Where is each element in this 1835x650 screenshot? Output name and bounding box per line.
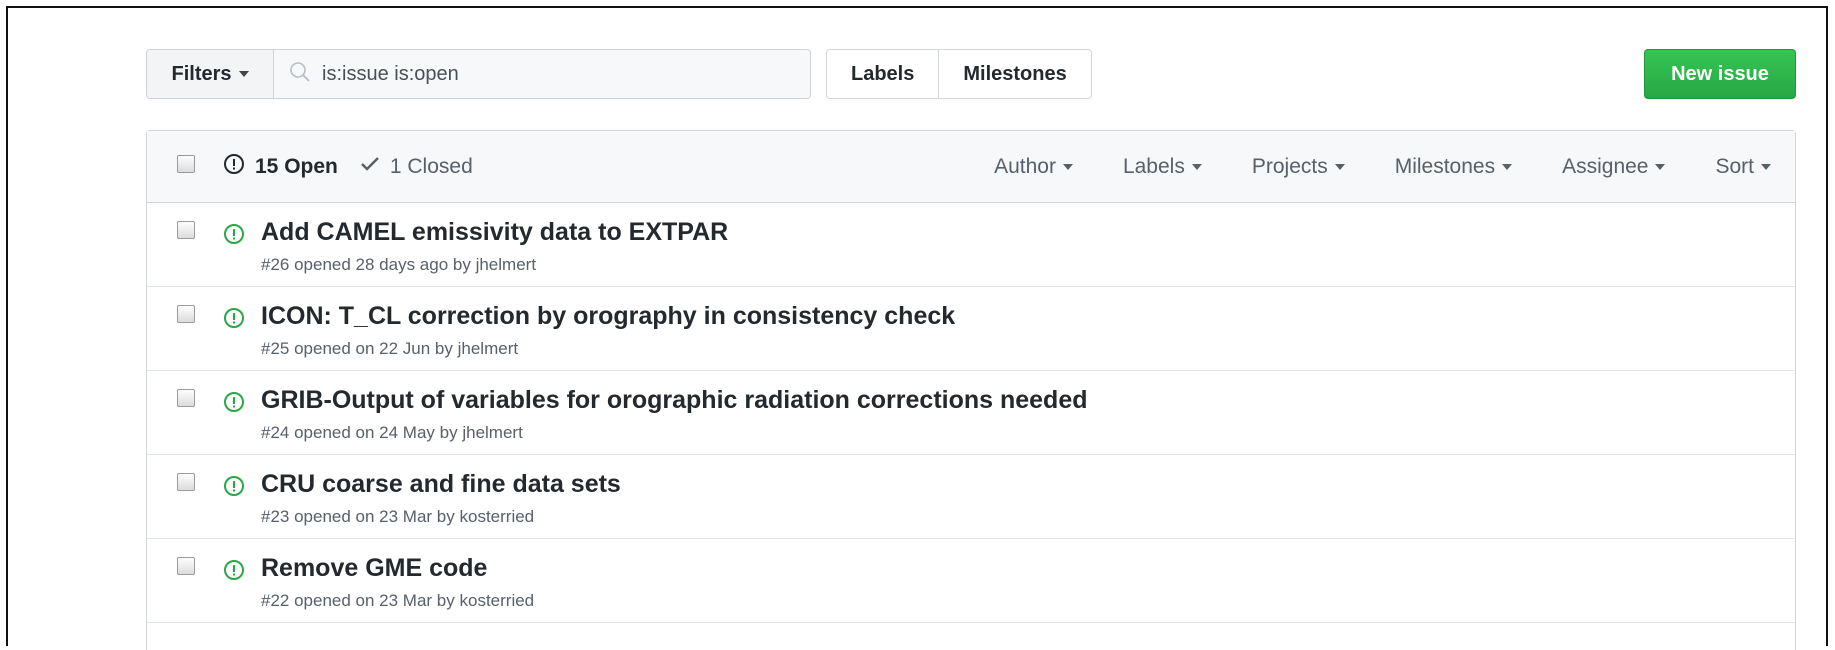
issue-meta: #25 opened on 22 Jun by jhelmert bbox=[261, 339, 518, 359]
sort-menu-label: Sort bbox=[1715, 155, 1754, 178]
author-menu-label: Author bbox=[994, 155, 1056, 178]
issue-meta-text: #23 opened on 23 Mar by bbox=[261, 507, 455, 526]
issues-toolbar: Filters Labels Milestones New issue bbox=[146, 49, 1796, 99]
issue-title-link[interactable]: Remove GME code bbox=[261, 554, 487, 583]
issue-author-link[interactable]: kosterried bbox=[460, 591, 535, 610]
caret-down-icon bbox=[238, 71, 249, 77]
projects-menu-label: Projects bbox=[1251, 155, 1328, 178]
issue-opened-icon bbox=[223, 153, 255, 181]
caret-down-icon bbox=[1191, 164, 1202, 171]
issue-author-link[interactable]: jhelmert bbox=[476, 255, 536, 274]
issue-checkbox[interactable] bbox=[177, 557, 195, 575]
open-issues-toggle[interactable]: 15 Open bbox=[223, 153, 338, 181]
search-box bbox=[274, 49, 811, 99]
filters-label: Filters bbox=[171, 62, 232, 85]
issue-meta: #23 opened on 23 Mar by kosterried bbox=[261, 507, 534, 527]
closed-count-label: 1 Closed bbox=[389, 155, 473, 178]
caret-down-icon bbox=[1502, 164, 1513, 171]
issues-list-header: 15 Open 1 Closed Author Labels Projects … bbox=[147, 131, 1795, 203]
milestones-menu-label: Milestones bbox=[1394, 155, 1496, 178]
issue-title-link[interactable]: Add CAMEL emissivity data to EXTPAR bbox=[261, 218, 728, 247]
caret-down-icon bbox=[1334, 164, 1345, 171]
issue-row: Add CAMEL emissivity data to EXTPAR #26 … bbox=[147, 203, 1795, 287]
filter-group: Filters bbox=[146, 49, 811, 99]
milestones-nav-button[interactable]: Milestones bbox=[938, 50, 1090, 98]
search-input[interactable] bbox=[322, 62, 702, 86]
caret-down-icon bbox=[1655, 164, 1666, 171]
labels-nav-button[interactable]: Labels bbox=[827, 50, 938, 98]
issue-checkbox[interactable] bbox=[177, 473, 195, 491]
issue-meta: #26 opened 28 days ago by jhelmert bbox=[261, 255, 536, 275]
search-icon bbox=[288, 60, 312, 89]
issue-opened-icon bbox=[223, 307, 245, 329]
issue-author-link[interactable]: jhelmert bbox=[462, 423, 522, 442]
caret-down-icon bbox=[1761, 164, 1771, 171]
author-menu[interactable]: Author bbox=[994, 155, 1073, 179]
issue-author-link[interactable]: kosterried bbox=[460, 507, 535, 526]
issue-title-link[interactable]: GRIB-Output of variables for orographic … bbox=[261, 386, 1088, 415]
closed-issues-toggle[interactable]: 1 Closed bbox=[360, 154, 473, 180]
issue-meta-text: #26 opened 28 days ago by bbox=[261, 255, 471, 274]
issue-states: 15 Open 1 Closed bbox=[223, 131, 473, 203]
issue-checkbox[interactable] bbox=[177, 221, 195, 239]
issue-meta-text: #25 opened on 22 Jun by bbox=[261, 339, 453, 358]
issue-title-link[interactable]: ICON: T_CL correction by orography in co… bbox=[261, 302, 955, 331]
labels-menu-label: Labels bbox=[1122, 155, 1185, 178]
issue-row: Remove GME code #22 opened on 23 Mar by … bbox=[147, 539, 1795, 623]
issue-row: CRU coarse and fine data sets #23 opened… bbox=[147, 455, 1795, 539]
milestones-menu[interactable]: Milestones bbox=[1394, 155, 1513, 179]
filter-menus: Author Labels Projects Milestones Assign… bbox=[944, 131, 1771, 203]
issue-title-link[interactable]: CRU coarse and fine data sets bbox=[261, 470, 621, 499]
assignee-menu-label: Assignee bbox=[1562, 155, 1649, 178]
sort-menu[interactable]: Sort bbox=[1715, 155, 1771, 179]
issue-opened-icon bbox=[223, 223, 245, 245]
open-count-label: 15 Open bbox=[255, 155, 338, 178]
issue-opened-icon bbox=[223, 475, 245, 497]
issue-opened-icon bbox=[223, 559, 245, 581]
issue-opened-icon bbox=[223, 391, 245, 413]
new-issue-button[interactable]: New issue bbox=[1644, 49, 1796, 99]
issue-author-link[interactable]: jhelmert bbox=[458, 339, 518, 358]
issue-row: GRIB-Output of variables for orographic … bbox=[147, 371, 1795, 455]
issue-checkbox[interactable] bbox=[177, 305, 195, 323]
issue-meta: #24 opened on 24 May by jhelmert bbox=[261, 423, 523, 443]
check-icon bbox=[360, 154, 390, 180]
caret-down-icon bbox=[1062, 164, 1073, 171]
filters-button[interactable]: Filters bbox=[146, 49, 274, 99]
labels-menu[interactable]: Labels bbox=[1123, 155, 1202, 179]
select-all-checkbox[interactable] bbox=[177, 155, 195, 173]
projects-menu[interactable]: Projects bbox=[1252, 155, 1345, 179]
issue-checkbox[interactable] bbox=[177, 389, 195, 407]
issue-meta: #22 opened on 23 Mar by kosterried bbox=[261, 591, 534, 611]
assignee-menu[interactable]: Assignee bbox=[1562, 155, 1666, 179]
issues-list: 15 Open 1 Closed Author Labels Projects … bbox=[146, 130, 1796, 650]
issue-meta-text: #24 opened on 24 May by bbox=[261, 423, 458, 442]
issue-meta-text: #22 opened on 23 Mar by bbox=[261, 591, 455, 610]
labels-milestones-nav: Labels Milestones bbox=[826, 49, 1092, 99]
issue-row: ICON: T_CL correction by orography in co… bbox=[147, 287, 1795, 371]
